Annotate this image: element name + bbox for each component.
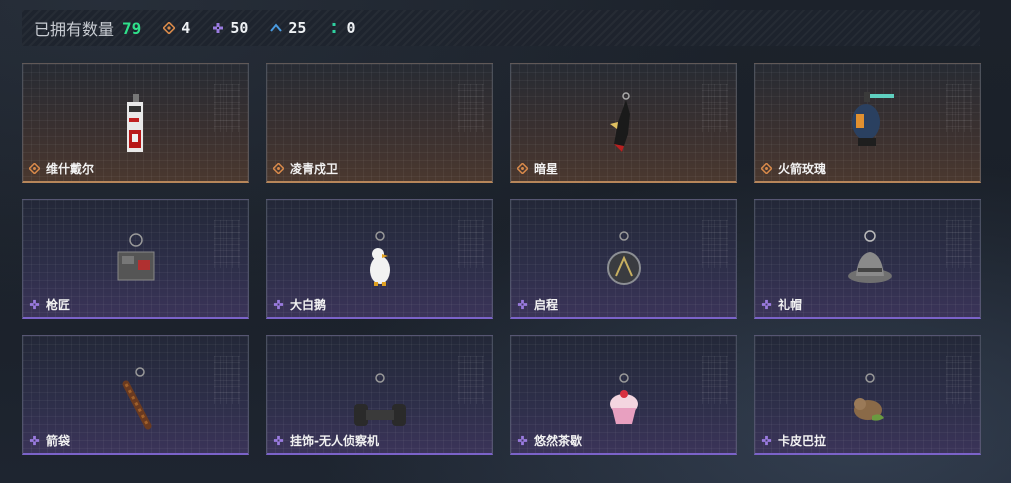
hat-charm-image (847, 230, 892, 283)
item-name: 礼帽 (778, 298, 803, 312)
purple-diamond-icon (273, 435, 284, 446)
charm-card[interactable]: 凌青戍卫 (266, 63, 493, 183)
charm-card[interactable]: 火箭玫瑰 (754, 63, 981, 183)
rocket-charm-image (851, 92, 894, 146)
goose-charm-image (369, 231, 390, 286)
orange-diamond-icon (163, 22, 176, 34)
purple-diamond-icon (761, 435, 772, 446)
charm-card[interactable]: 大白鹅 (266, 199, 493, 319)
medal-charm-image (606, 231, 641, 285)
item-name: 卡皮巴拉 (778, 434, 827, 448)
chest-charm-image (117, 233, 154, 281)
stat-blue-value: 25 (288, 19, 307, 37)
item-name: 挂饰-无人侦察机 (290, 434, 379, 448)
item-name: 启程 (534, 298, 559, 312)
drone-charm-image (353, 373, 406, 426)
charm-card[interactable]: 悠然茶歇 (510, 335, 737, 455)
charm-card[interactable]: 卡皮巴拉 (754, 335, 981, 455)
owned-count: 79 (122, 18, 142, 38)
charm-card[interactable]: 挂饰-无人侦察机 (266, 335, 493, 455)
stat-orange: 4 (163, 19, 190, 37)
charm-card[interactable]: 箭袋 (22, 335, 249, 455)
purple-diamond-icon (29, 299, 40, 310)
item-name: 箭袋 (46, 434, 71, 448)
item-name: 大白鹅 (290, 298, 327, 312)
stat-purple: 50 (212, 19, 248, 37)
green-dots-icon (332, 23, 336, 33)
item-name: 枪匠 (46, 298, 71, 312)
charm-card[interactable]: 枪匠 (22, 199, 249, 319)
tag-charm-image (126, 94, 143, 152)
item-name: 维什戴尔 (46, 162, 95, 176)
purple-diamond-icon (761, 299, 772, 310)
orange-diamond-icon (29, 163, 40, 174)
stat-green-value: 0 (346, 19, 356, 37)
orange-diamond-icon (273, 163, 284, 174)
charm-card[interactable]: 维什戴尔 (22, 63, 249, 183)
charm-card[interactable]: 启程 (510, 199, 737, 319)
stat-orange-value: 4 (181, 19, 191, 37)
charm-card[interactable]: 礼帽 (754, 199, 981, 319)
owned-summary-bar: 已拥有数量 79 4 50 25 0 (22, 10, 980, 46)
purple-diamond-icon (213, 23, 224, 33)
cupcake-charm-image (609, 373, 638, 424)
item-name: 火箭玫瑰 (778, 162, 827, 176)
purple-diamond-icon (517, 299, 528, 310)
purple-diamond-icon (517, 435, 528, 446)
orange-diamond-icon (761, 163, 772, 174)
charm-grid: 维什戴尔 凌青戍卫 暗星 火箭玫瑰 枪匠 大白鹅 启程 礼帽 箭袋 挂饰-无人侦… (22, 63, 982, 455)
charm-card[interactable]: 暗星 (510, 63, 737, 183)
stat-blue: 25 (270, 19, 306, 37)
orange-diamond-icon (517, 163, 528, 174)
purple-diamond-icon (29, 435, 40, 446)
item-name: 凌青戍卫 (290, 162, 339, 176)
item-name: 悠然茶歇 (534, 434, 583, 448)
stat-purple-value: 50 (230, 19, 249, 37)
item-name: 暗星 (534, 162, 559, 176)
blue-chevron-icon (270, 23, 283, 32)
purple-diamond-icon (273, 299, 284, 310)
capybara-charm-image (853, 373, 884, 421)
owned-label: 已拥有数量 (34, 20, 115, 39)
feather-charm-image (609, 92, 630, 152)
stat-green: 0 (328, 19, 355, 37)
quiver-charm-image (122, 367, 151, 430)
